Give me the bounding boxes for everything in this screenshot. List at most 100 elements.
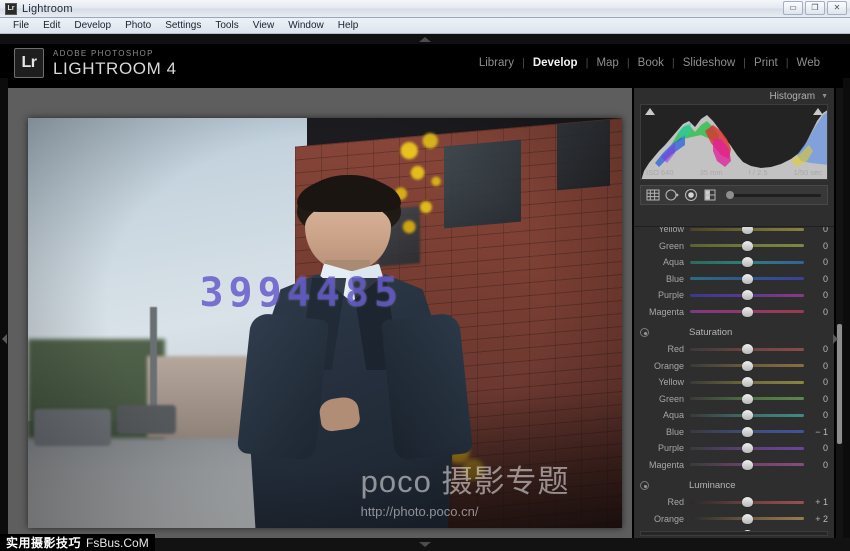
hsl-slider-row[interactable]: Green0 [634, 238, 834, 255]
menu-develop[interactable]: Develop [67, 19, 118, 32]
hsl-slider-row[interactable]: Orange+ 2 [634, 511, 834, 528]
hsl-slider-track[interactable] [690, 348, 804, 351]
hsl-slider-knob[interactable] [742, 361, 753, 371]
hsl-slider-track[interactable] [690, 414, 804, 417]
hsl-slider-row[interactable]: Yellow0 [634, 374, 834, 391]
chevron-down-icon[interactable]: ▼ [821, 93, 828, 100]
top-panel-collapse-strip[interactable] [0, 34, 850, 44]
menu-edit[interactable]: Edit [36, 19, 67, 32]
hsl-slider-track[interactable] [690, 364, 804, 367]
hsl-slider-track[interactable] [690, 447, 804, 450]
hsl-slider-row[interactable]: Magenta0 [634, 304, 834, 321]
hsl-slider-track[interactable] [690, 244, 804, 247]
hsl-slider-knob[interactable] [742, 443, 753, 453]
photo-content: 3994485 poco 摄影专题 http://photo.poco.cn/ [28, 118, 622, 528]
hsl-slider-track[interactable] [690, 397, 804, 400]
exif-focal: 35 mm [700, 168, 723, 177]
histogram-graph[interactable]: ISO 640 35 mm f / 2.5 1/50 sec [640, 104, 828, 180]
module-slideshow[interactable]: Slideshow [675, 57, 743, 69]
hsl-slider-knob[interactable] [742, 274, 753, 284]
histogram-panel-header[interactable]: Histogram ▼ [634, 88, 834, 104]
shadow-clipping-indicator[interactable] [645, 108, 655, 115]
hsl-slider-track[interactable] [690, 501, 804, 504]
hsl-slider-knob[interactable] [742, 307, 753, 317]
target-adjust-icon[interactable] [640, 328, 649, 337]
hsl-slider-track[interactable] [690, 430, 804, 433]
right-panel-collapse-arrow[interactable] [833, 334, 838, 344]
maximize-button[interactable]: ❐ [805, 1, 825, 15]
lightroom-logo-icon: Lr [14, 48, 44, 78]
menu-photo[interactable]: Photo [118, 19, 158, 32]
close-button[interactable]: ✕ [827, 1, 847, 15]
menu-file[interactable]: File [6, 19, 36, 32]
menu-window[interactable]: Window [281, 19, 331, 32]
hsl-slider-knob[interactable] [742, 410, 753, 420]
hsl-slider-track[interactable] [690, 310, 804, 313]
hsl-slider-row[interactable]: Blue− 1 [634, 424, 834, 441]
brush-size-slider[interactable] [726, 194, 821, 197]
hsl-slider-row[interactable]: Purple0 [634, 440, 834, 457]
module-develop[interactable]: Develop [525, 57, 586, 69]
menu-tools[interactable]: Tools [208, 19, 245, 32]
hsl-slider-row[interactable]: Yellow0 [634, 226, 834, 238]
hsl-slider-row[interactable]: Aqua0 [634, 254, 834, 271]
hsl-slider-track[interactable] [690, 463, 804, 466]
hsl-slider-knob[interactable] [742, 427, 753, 437]
hsl-slider-label: Magenta [640, 307, 690, 317]
identity-text: ADOBE PHOTOSHOP LIGHTROOM 4 [53, 49, 177, 78]
graduated-filter-icon[interactable] [702, 188, 718, 202]
hsl-slider-row[interactable]: Aqua0 [634, 407, 834, 424]
hsl-slider-knob[interactable] [742, 514, 753, 524]
module-web[interactable]: Web [789, 57, 828, 69]
left-panel-collapse-arrow[interactable] [2, 334, 7, 344]
hsl-slider-track[interactable] [690, 381, 804, 384]
crop-overlay-icon[interactable] [645, 188, 661, 202]
hsl-slider-knob[interactable] [742, 377, 753, 387]
hsl-slider-row[interactable]: Red0 [634, 341, 834, 358]
hsl-slider-knob[interactable] [742, 460, 753, 470]
site-watermark: 实用摄影技巧 FsBus.CoM [0, 534, 155, 551]
spot-removal-icon[interactable] [664, 188, 680, 202]
hsl-slider-knob[interactable] [742, 226, 753, 234]
identity-plate[interactable]: Lr ADOBE PHOTOSHOP LIGHTROOM 4 [14, 48, 177, 78]
left-panel-edge [0, 78, 8, 551]
hsl-slider-row[interactable]: Purple0 [634, 287, 834, 304]
target-adjust-icon[interactable] [640, 481, 649, 490]
hsl-slider-track[interactable] [690, 261, 804, 264]
hsl-slider-row[interactable]: Green0 [634, 391, 834, 408]
identity-superline: ADOBE PHOTOSHOP [53, 49, 177, 59]
brush-size-knob[interactable] [726, 191, 734, 199]
module-book[interactable]: Book [630, 57, 672, 69]
hsl-slider-row[interactable]: Magenta0 [634, 457, 834, 474]
hsl-slider-value: 0 [804, 257, 828, 267]
hsl-slider-row[interactable]: Orange0 [634, 358, 834, 375]
hsl-slider-row[interactable]: Red+ 1 [634, 494, 834, 511]
hsl-slider-track[interactable] [690, 517, 804, 520]
menu-help[interactable]: Help [331, 19, 366, 32]
image-canvas[interactable]: 3994485 poco 摄影专题 http://photo.poco.cn/ [8, 88, 632, 538]
right-panel-scrollbar[interactable] [836, 88, 843, 551]
menu-view[interactable]: View [246, 19, 282, 32]
hsl-slider-value: − 1 [804, 427, 828, 437]
hsl-slider-knob[interactable] [742, 497, 753, 507]
hsl-slider-track[interactable] [690, 294, 804, 297]
hsl-slider-knob[interactable] [742, 394, 753, 404]
minimize-button[interactable]: ▭ [783, 1, 803, 15]
menu-settings[interactable]: Settings [158, 19, 208, 32]
hsl-slider-track[interactable] [690, 277, 804, 280]
hsl-slider-knob[interactable] [742, 344, 753, 354]
hsl-slider-knob[interactable] [742, 257, 753, 267]
highlight-clipping-indicator[interactable] [813, 108, 823, 115]
hsl-slider-knob[interactable] [742, 290, 753, 300]
hsl-slider-knob[interactable] [742, 241, 753, 251]
panel-divider [640, 531, 828, 536]
loupe-photo[interactable]: 3994485 poco 摄影专题 http://photo.poco.cn/ [28, 118, 622, 528]
hsl-slider-track[interactable] [690, 228, 804, 231]
red-eye-correction-icon[interactable] [683, 188, 699, 202]
hsl-slider-row[interactable]: Blue0 [634, 271, 834, 288]
chevron-down-icon [419, 542, 431, 547]
module-library[interactable]: Library [471, 57, 522, 69]
module-print[interactable]: Print [746, 57, 786, 69]
module-map[interactable]: Map [588, 57, 626, 69]
hsl-slider-value: 0 [804, 344, 828, 354]
